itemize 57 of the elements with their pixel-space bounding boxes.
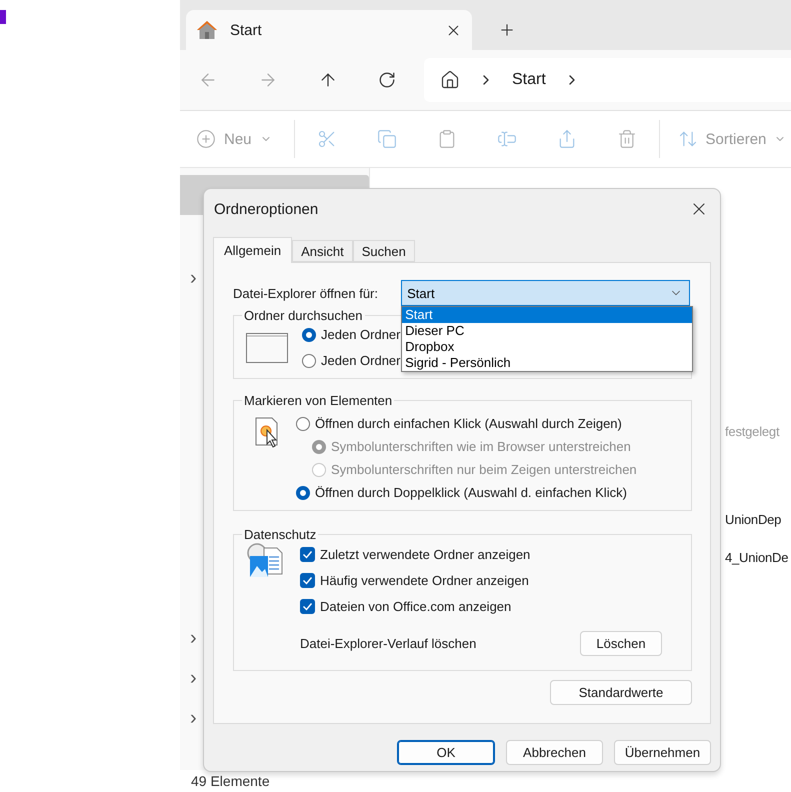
plus-circle-icon <box>196 129 216 149</box>
status-text: 49 Elemente <box>191 773 270 789</box>
group-title: Datenschutz <box>243 527 318 542</box>
checkbox-option[interactable]: Zuletzt verwendete Ordner anzeigen <box>300 547 662 562</box>
group-title: Markieren von Elementen <box>243 393 394 408</box>
refresh-icon[interactable] <box>378 71 396 89</box>
dropdown-option[interactable]: Dieser PC <box>402 323 692 339</box>
checkmark-icon <box>302 575 313 586</box>
checkmark-icon <box>302 601 313 612</box>
file-list-text: festgelegt <box>725 424 780 439</box>
dialog-tab[interactable]: Suchen <box>352 240 415 262</box>
radio-button[interactable] <box>296 486 310 500</box>
clear-button[interactable]: Löschen <box>580 631 662 656</box>
checkbox[interactable] <box>300 599 315 614</box>
window-icon <box>246 333 288 363</box>
sort-arrows-icon <box>678 129 698 149</box>
home-icon <box>440 70 460 90</box>
field-label: Datei-Explorer öffnen für: <box>233 286 379 300</box>
dialog-button[interactable]: Übernehmen <box>614 740 711 765</box>
radio-button[interactable] <box>296 416 310 430</box>
checkmark-icon <box>302 549 313 560</box>
house-icon <box>196 20 218 40</box>
option-label: Jeden Ordner <box>321 327 400 342</box>
explorer-tab[interactable]: Start <box>186 10 472 50</box>
defaults-button[interactable]: Standardwerte <box>550 680 692 705</box>
checkbox[interactable] <box>300 573 315 588</box>
file-list-text: UnionDep <box>725 512 782 527</box>
option-label: Zuletzt verwendete Ordner anzeigen <box>320 547 530 562</box>
expand-chevron[interactable]: › <box>190 268 204 288</box>
marker-icon <box>0 10 6 24</box>
dropdown-option[interactable]: Start <box>402 307 692 323</box>
option-label: Jeden Ordner <box>321 353 400 368</box>
group-title: Ordner durchsuchen <box>243 308 364 323</box>
dialog-button[interactable]: Abbrechen <box>506 740 603 765</box>
dropdown-option[interactable]: Dropbox <box>402 339 692 355</box>
dropdown-option[interactable]: Sigrid - Persönlich <box>402 355 692 371</box>
tab-title: Start <box>230 22 263 38</box>
dialog-button[interactable]: OK <box>397 740 495 765</box>
file-list-text: 4_UnionDe <box>725 550 790 565</box>
dialog-title: Ordneroptionen <box>214 200 318 218</box>
dialog-tab[interactable]: Ansicht <box>292 240 353 262</box>
radio-button[interactable] <box>302 328 316 342</box>
checkbox[interactable] <box>300 547 315 562</box>
clear-history-label: Datei-Explorer-Verlauf löschen <box>300 636 476 651</box>
breadcrumb-item[interactable]: Start <box>512 71 546 89</box>
radio-option[interactable]: Jeden Ordner <box>302 353 400 368</box>
expand-chevron[interactable]: › <box>190 708 204 728</box>
dialog-tab[interactable]: Allgemein <box>213 237 292 263</box>
radio-option[interactable]: Jeden Ordner <box>302 327 400 342</box>
address-bar[interactable]: Start <box>424 58 791 102</box>
radio-button[interactable] <box>302 354 316 368</box>
expand-chevron[interactable]: › <box>190 628 204 648</box>
option-label: Häufig verwendete Ordner anzeigen <box>320 573 529 588</box>
option-label: Dateien von Office.com anzeigen <box>320 599 512 614</box>
expand-chevron[interactable]: › <box>190 668 204 688</box>
checkbox-option[interactable]: Häufig verwendete Ordner anzeigen <box>300 573 662 588</box>
checkbox-option[interactable]: Dateien von Office.com anzeigen <box>300 599 662 614</box>
